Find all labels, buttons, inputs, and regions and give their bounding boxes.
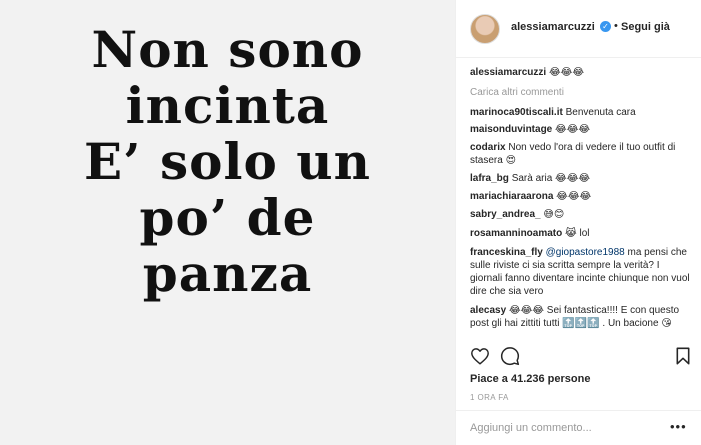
comment-username[interactable]: mariachiaraarona xyxy=(470,191,553,202)
header-separator: • xyxy=(614,20,618,32)
comment-username[interactable]: sabry_andrea_ xyxy=(470,209,541,220)
comment-text: 😂😂😂 xyxy=(555,124,591,135)
comment-username[interactable]: alecasy xyxy=(470,305,506,316)
image-text-line: panza xyxy=(142,244,313,303)
instagram-post: Non sono incinta E’ solo un po’ de panza… xyxy=(0,0,701,445)
comment-text: 😂😂😂 xyxy=(548,67,585,78)
avatar[interactable] xyxy=(470,14,500,44)
add-comment-input[interactable] xyxy=(470,419,660,437)
comment-icon[interactable] xyxy=(500,346,520,366)
image-text-line: po’ de xyxy=(139,188,316,247)
comment-username[interactable]: franceskina_fly xyxy=(470,247,543,258)
image-text-line: incinta xyxy=(125,76,330,135)
likes-count[interactable]: Piace a 41.236 persone xyxy=(470,373,590,385)
bookmark-icon[interactable] xyxy=(676,347,690,365)
comment-text: 😹 lol xyxy=(565,228,590,239)
add-comment-bar: ••• xyxy=(456,410,701,445)
post-actions xyxy=(470,345,692,369)
comment-username[interactable]: alessiamarcuzzi xyxy=(470,67,546,78)
comment-item: franceskina_fly @giopastore1988 ma pensi… xyxy=(470,246,692,298)
comment-item: rosamanninoamato 😹 lol xyxy=(470,227,692,240)
comment-text: 😅😊 xyxy=(543,209,565,220)
comment-item: lafra_bg Sarà aria 😂😂😂 xyxy=(470,172,692,185)
comment-text: 😂😂😂 xyxy=(556,191,592,202)
image-text-line: Non sono xyxy=(91,20,364,79)
comment-username[interactable]: rosamanninoamato xyxy=(470,228,562,239)
comment-item: alecasy 😂😂😂 Sei fantastica!!!! E con que… xyxy=(470,304,692,330)
heart-icon[interactable] xyxy=(470,347,490,365)
post-sidebar: alessiamarcuzzi ✓ • Segui già alessiamar… xyxy=(455,0,701,445)
comment-mention[interactable]: @giopastore1988 xyxy=(546,247,625,258)
comment-item: mariachiaraarona 😂😂😂 xyxy=(470,190,692,203)
comment-username[interactable]: lafra_bg xyxy=(470,173,509,184)
comment-item: codarix Non vedo l'ora di vedere il tuo … xyxy=(470,141,692,167)
post-image-text: Non sono incinta E’ solo un po’ de panza xyxy=(0,22,455,302)
comment-item: sabry_andrea_ 😅😊 xyxy=(470,208,692,221)
comment-item: maisonduvintage 😂😂😂 xyxy=(470,123,692,136)
image-text-line: E’ solo un xyxy=(84,132,371,191)
header-username[interactable]: alessiamarcuzzi xyxy=(511,21,595,33)
follow-button[interactable]: Segui già xyxy=(621,21,670,33)
post-header: alessiamarcuzzi ✓ • Segui già xyxy=(456,0,701,58)
more-options-icon[interactable]: ••• xyxy=(670,419,687,434)
verified-check-icon: ✓ xyxy=(600,21,611,32)
comment-text: Benvenuta cara xyxy=(565,107,636,118)
load-more-comments[interactable]: Carica altri commenti xyxy=(470,86,564,99)
post-timestamp[interactable]: 1 ORA FA xyxy=(470,393,509,402)
comment-item: marinoca90tiscali.it Benvenuta cara xyxy=(470,106,692,119)
caption: alessiamarcuzzi 😂😂😂 xyxy=(470,66,692,79)
comment-username[interactable]: maisonduvintage xyxy=(470,124,552,135)
comment-text: Sarà aria 😂😂😂 xyxy=(511,173,591,184)
comments-list: alessiamarcuzzi 😂😂😂 Carica altri comment… xyxy=(470,66,692,342)
comment-username[interactable]: marinoca90tiscali.it xyxy=(470,107,563,118)
comment-username[interactable]: codarix xyxy=(470,142,506,153)
post-image[interactable]: Non sono incinta E’ solo un po’ de panza xyxy=(0,0,455,445)
